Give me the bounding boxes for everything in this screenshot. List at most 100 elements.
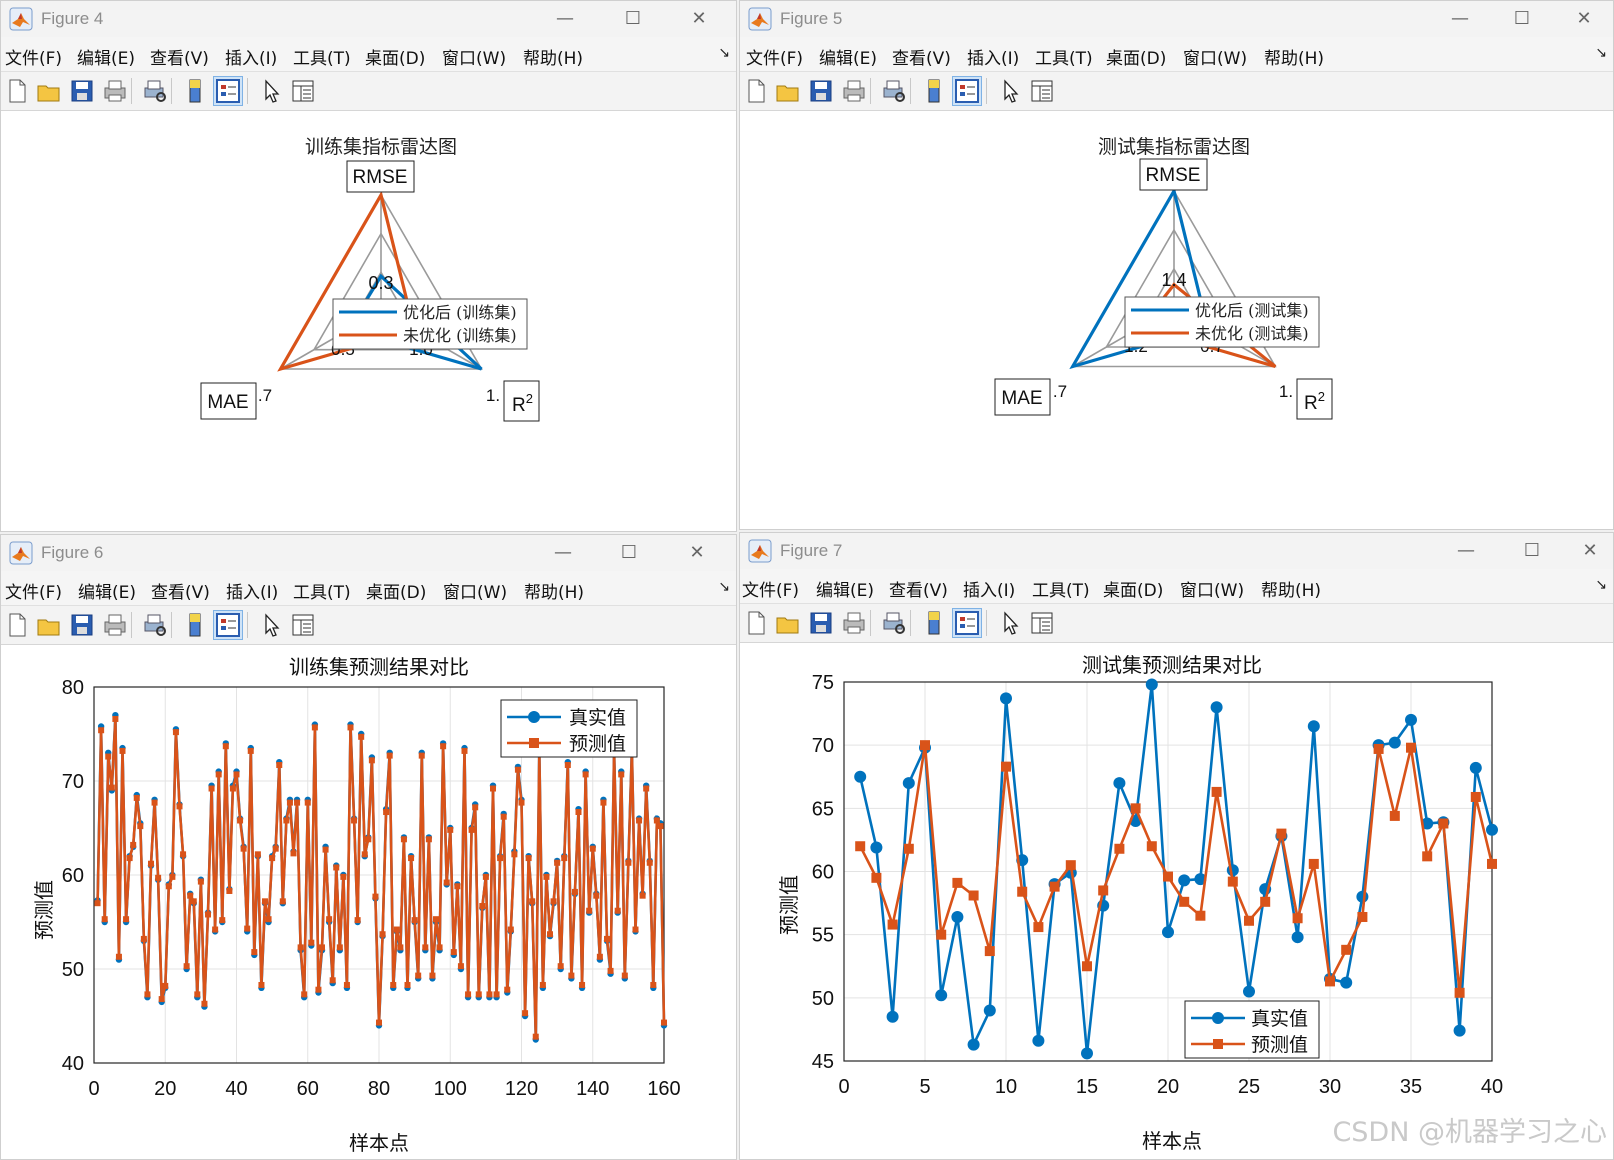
pointer-icon[interactable] <box>996 77 1024 105</box>
figure-plot-area[interactable]: 测试集指标雷达图 RMSE MAE R2 1.4 1.2 0.7 .7 1. 优… <box>740 111 1613 529</box>
legend-icon[interactable] <box>952 608 982 638</box>
menu-item-3[interactable]: 插入(I) <box>225 44 277 69</box>
print-icon[interactable] <box>101 77 129 105</box>
menu-item-0[interactable]: 文件(F) <box>746 44 803 69</box>
menu-item-6[interactable]: 窗口(W) <box>1180 576 1244 601</box>
menu-item-2[interactable]: 查看(V) <box>889 576 948 601</box>
maximize-button[interactable]: ☐ <box>610 3 656 35</box>
menu-item-2[interactable]: 查看(V) <box>151 578 210 603</box>
legend[interactable]: 优化后 (训练集) 未优化 (训练集) <box>332 298 528 350</box>
menu-item-5[interactable]: 桌面(D) <box>1106 44 1166 69</box>
title-bar[interactable]: Figure 7 — ☐ ✕ <box>740 533 1613 569</box>
menu-item-5[interactable]: 桌面(D) <box>365 44 425 69</box>
save-icon[interactable] <box>807 77 835 105</box>
legend-icon[interactable] <box>213 610 243 640</box>
colorbar-icon[interactable] <box>920 77 948 105</box>
print-preview-icon[interactable] <box>141 611 169 639</box>
menu-item-6[interactable]: 窗口(W) <box>1183 44 1247 69</box>
dock-arrow-icon[interactable]: ↘ <box>718 579 730 595</box>
save-icon[interactable] <box>68 77 96 105</box>
menu-item-1[interactable]: 编辑(E) <box>78 578 136 603</box>
pointer-icon[interactable] <box>257 77 285 105</box>
save-icon[interactable] <box>807 609 835 637</box>
colorbar-icon[interactable] <box>181 611 209 639</box>
new-file-icon[interactable] <box>742 77 770 105</box>
maximize-button[interactable]: ☐ <box>1509 535 1555 567</box>
colorbar-icon[interactable] <box>920 609 948 637</box>
legend-icon[interactable] <box>952 76 982 106</box>
menu-item-7[interactable]: 帮助(H) <box>1264 44 1324 69</box>
data-point-predicted <box>408 855 415 862</box>
menu-item-4[interactable]: 工具(T) <box>1035 44 1093 69</box>
menu-item-7[interactable]: 帮助(H) <box>1261 576 1321 601</box>
minimize-button[interactable]: — <box>1437 3 1483 35</box>
close-button[interactable]: ✕ <box>676 3 722 35</box>
menu-item-2[interactable]: 查看(V) <box>892 44 951 69</box>
menu-item-3[interactable]: 插入(I) <box>226 578 278 603</box>
legend[interactable]: 真实值 预测值 <box>500 699 638 758</box>
menu-item-6[interactable]: 窗口(W) <box>442 44 506 69</box>
menu-item-3[interactable]: 插入(I) <box>967 44 1019 69</box>
title-bar[interactable]: Figure 4 — ☐ ✕ <box>1 1 736 37</box>
menu-item-5[interactable]: 桌面(D) <box>1103 576 1163 601</box>
menu-item-6[interactable]: 窗口(W) <box>443 578 507 603</box>
menu-item-1[interactable]: 编辑(E) <box>77 44 135 69</box>
close-button[interactable]: ✕ <box>1561 3 1607 35</box>
legend[interactable]: 优化后 (测试集) 未优化 (测试集) <box>1124 296 1320 348</box>
new-file-icon[interactable] <box>3 77 31 105</box>
menu-item-0[interactable]: 文件(F) <box>5 578 62 603</box>
open-folder-icon[interactable] <box>774 77 802 105</box>
close-button[interactable]: ✕ <box>1567 535 1613 567</box>
print-icon[interactable] <box>840 609 868 637</box>
minimize-button[interactable]: — <box>542 3 588 35</box>
pointer-icon[interactable] <box>257 611 285 639</box>
menu-item-1[interactable]: 编辑(E) <box>819 44 877 69</box>
print-preview-icon[interactable] <box>880 609 908 637</box>
figure-plot-area[interactable]: 训练集指标雷达图 RMSE MAE R2 0.3 0.5 1.0 .7 1. 优… <box>1 111 736 531</box>
menu-item-5[interactable]: 桌面(D) <box>366 578 426 603</box>
print-icon[interactable] <box>840 77 868 105</box>
new-file-icon[interactable] <box>3 611 31 639</box>
data-point-predicted <box>343 981 350 988</box>
open-folder-icon[interactable] <box>774 609 802 637</box>
property-editor-icon[interactable] <box>1028 609 1056 637</box>
menu-item-0[interactable]: 文件(F) <box>742 576 799 601</box>
title-bar[interactable]: Figure 5 — ☐ ✕ <box>740 1 1613 37</box>
menu-item-4[interactable]: 工具(T) <box>293 578 351 603</box>
print-icon[interactable] <box>101 611 129 639</box>
minimize-button[interactable]: — <box>1443 535 1489 567</box>
figure-plot-area[interactable]: 测试集预测结果对比 0 5 10 15 20 25 30 35 40 45 50 55 60 65 70 75… <box>740 643 1613 1159</box>
rmse-axis-label: RMSE <box>353 167 408 188</box>
figure-plot-area[interactable]: 训练集预测结果对比 0 20 40 60 80 100 120 140 160 40 50 60 70 8… <box>1 645 736 1159</box>
print-preview-icon[interactable] <box>141 77 169 105</box>
property-editor-icon[interactable] <box>289 611 317 639</box>
colorbar-icon[interactable] <box>181 77 209 105</box>
property-editor-icon[interactable] <box>1028 77 1056 105</box>
menu-item-4[interactable]: 工具(T) <box>293 44 351 69</box>
open-folder-icon[interactable] <box>35 77 63 105</box>
legend[interactable]: 真实值 预测值 <box>1184 1000 1320 1059</box>
menu-item-7[interactable]: 帮助(H) <box>524 578 584 603</box>
title-bar[interactable]: Figure 6 — ☐ ✕ <box>1 535 736 571</box>
data-point-predicted <box>643 785 650 792</box>
maximize-button[interactable]: ☐ <box>1499 3 1545 35</box>
dock-arrow-icon[interactable]: ↘ <box>1595 45 1607 61</box>
new-file-icon[interactable] <box>742 609 770 637</box>
close-button[interactable]: ✕ <box>674 537 720 569</box>
dock-arrow-icon[interactable]: ↘ <box>1595 577 1607 593</box>
maximize-button[interactable]: ☐ <box>606 537 652 569</box>
menu-item-0[interactable]: 文件(F) <box>5 44 62 69</box>
menu-item-4[interactable]: 工具(T) <box>1032 576 1090 601</box>
menu-item-2[interactable]: 查看(V) <box>150 44 209 69</box>
property-editor-icon[interactable] <box>289 77 317 105</box>
open-folder-icon[interactable] <box>35 611 63 639</box>
pointer-icon[interactable] <box>996 609 1024 637</box>
dock-arrow-icon[interactable]: ↘ <box>718 45 730 61</box>
print-preview-icon[interactable] <box>880 77 908 105</box>
save-icon[interactable] <box>68 611 96 639</box>
legend-icon[interactable] <box>213 76 243 106</box>
minimize-button[interactable]: — <box>540 537 586 569</box>
menu-item-7[interactable]: 帮助(H) <box>523 44 583 69</box>
menu-item-1[interactable]: 编辑(E) <box>816 576 874 601</box>
menu-item-3[interactable]: 插入(I) <box>963 576 1015 601</box>
